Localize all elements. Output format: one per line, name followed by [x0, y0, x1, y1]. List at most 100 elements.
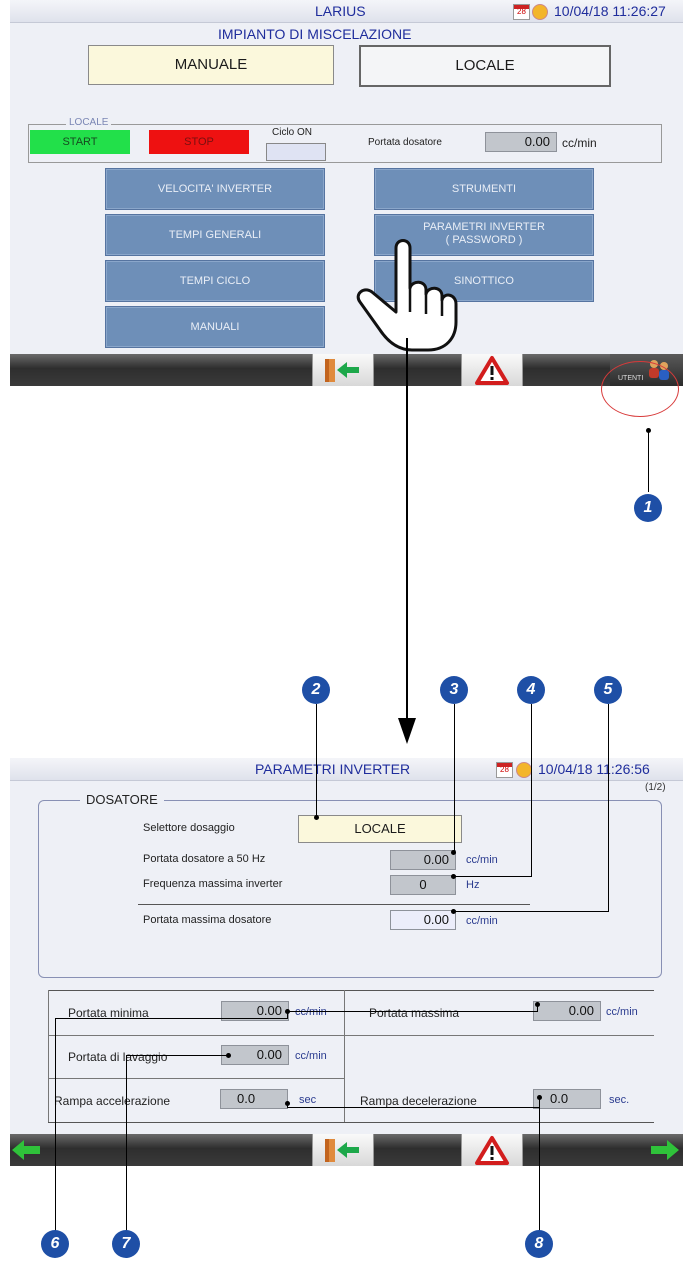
exit-button-2[interactable]	[312, 1134, 374, 1166]
warning-icon	[475, 356, 509, 385]
calendar-icon: 28	[513, 4, 530, 20]
callout-6-hline-a	[287, 1011, 537, 1012]
datetime-display-2: 10/04/18 11:26:56	[538, 761, 650, 777]
stop-button[interactable]: STOP	[149, 130, 249, 154]
tempi-ciclo-button[interactable]: TEMPI CICLO	[105, 260, 325, 302]
next-page-arrow-icon[interactable]	[651, 1140, 679, 1160]
exit-door-icon-2	[325, 1139, 359, 1162]
callout-1-line	[648, 430, 649, 492]
page-subtitle: IMPIANTO DI MISCELAZIONE	[218, 26, 412, 42]
callout-5-dot	[451, 909, 456, 914]
callout-5-line	[608, 704, 609, 912]
callout-2-line	[316, 704, 317, 818]
lavaggio-unit: cc/min	[295, 1050, 327, 1062]
flow-arrow-head	[398, 718, 416, 744]
portata-massima-unit: cc/min	[606, 1006, 638, 1018]
portata-dosatore-label: Portata dosatore	[368, 137, 442, 148]
selettore-button[interactable]: LOCALE	[298, 815, 462, 843]
callout-7-hline	[126, 1055, 228, 1056]
start-button[interactable]: START	[30, 130, 130, 154]
screen-title: PARAMETRI INVERTER	[255, 761, 411, 777]
portata-minima-unit: cc/min	[295, 1006, 327, 1018]
table-divider	[344, 990, 345, 1122]
exit-door-icon	[325, 359, 359, 382]
callout-3-line	[454, 704, 455, 852]
freq-label: Frequenza massima inverter	[143, 878, 283, 890]
locale-group-label: LOCALE	[66, 117, 112, 128]
callout-1-dot	[646, 428, 651, 433]
alarm-button-2[interactable]	[461, 1134, 523, 1166]
portatamax-dos-field[interactable]: 0.00	[390, 910, 456, 930]
callout-7-line	[126, 1055, 127, 1234]
callout-6-dot-b	[535, 1002, 540, 1007]
callout-4-hline	[454, 876, 532, 877]
flow-arrow-line	[406, 338, 408, 722]
portata-dosatore-field: 0.00	[485, 132, 557, 152]
callout-4-line	[531, 704, 532, 877]
callout-6-hline-b	[55, 1018, 288, 1019]
alarm-button[interactable]	[461, 354, 523, 386]
footer-bar-2	[10, 1134, 683, 1166]
callout-8: 8	[525, 1230, 553, 1258]
clock-icon	[532, 4, 548, 20]
portata50-label: Portata dosatore a 50 Hz	[143, 853, 266, 865]
callout-7: 7	[112, 1230, 140, 1258]
selettore-label: Selettore dosaggio	[143, 822, 235, 834]
callout-2-dot	[314, 815, 319, 820]
velocita-inverter-button[interactable]: VELOCITA' INVERTER	[105, 168, 325, 210]
page-indicator: (1/2)	[645, 782, 666, 793]
exit-button[interactable]	[312, 354, 374, 386]
portata-dosatore-unit: cc/min	[562, 136, 597, 150]
clock-icon-2	[516, 762, 532, 778]
callout-4-dot	[451, 874, 456, 879]
rampa-acc-label: Rampa accelerazione	[54, 1094, 171, 1108]
ciclo-on-label: Ciclo ON	[272, 127, 313, 138]
callout-8-line	[539, 1097, 540, 1234]
callout-2: 2	[302, 676, 330, 704]
callout-4: 4	[517, 676, 545, 704]
callout-6-line	[55, 1018, 56, 1234]
ciclo-on-indicator	[266, 143, 326, 161]
title-bar-2: PARAMETRI INVERTER 28 10/04/18 11:26:56	[10, 758, 683, 781]
hand-pointer-icon	[356, 239, 458, 352]
main-screen: LARIUS 28 10/04/18 11:26:27 IMPIANTO DI …	[10, 0, 683, 386]
table-left-edge	[48, 990, 49, 1122]
rampa-acc-field[interactable]: 0.0	[220, 1089, 288, 1109]
freq-field: 0	[390, 875, 456, 895]
callout-6-vline-b	[287, 1011, 288, 1019]
callout-8-hline	[287, 1107, 539, 1108]
prev-page-arrow-icon[interactable]	[12, 1140, 40, 1160]
callout-5-hline	[454, 911, 609, 912]
dosatore-title: DOSATORE	[80, 792, 164, 807]
callout-1: 1	[634, 494, 662, 522]
calendar-icon-2: 28	[496, 762, 513, 778]
warning-icon-2	[475, 1136, 509, 1165]
strumenti-button[interactable]: STRUMENTI	[374, 168, 594, 210]
callout-5: 5	[594, 676, 622, 704]
portatamax-dos-unit: cc/min	[466, 915, 498, 927]
title-bar: LARIUS 28 10/04/18 11:26:27	[10, 0, 683, 23]
portata50-unit: cc/min	[466, 854, 498, 866]
datetime-display: 10/04/18 11:26:27	[554, 3, 666, 19]
footer-bar: UTENTI	[10, 354, 683, 386]
portata-massima-field[interactable]: 0.00	[533, 1001, 601, 1021]
manuali-button[interactable]: MANUALI	[105, 306, 325, 348]
portata50-field: 0.00	[390, 850, 456, 870]
callout-6: 6	[41, 1230, 69, 1258]
utenti-highlight-ellipse	[601, 361, 679, 417]
callout-3-dot	[451, 850, 456, 855]
portata-massima-label: Portata massima	[369, 1006, 460, 1020]
freq-unit: Hz	[466, 879, 480, 891]
portatamax-dos-label: Portata massima dosatore	[143, 914, 272, 926]
parametri-screen: PARAMETRI INVERTER 28 10/04/18 11:26:56 …	[10, 758, 683, 1166]
rampa-dec-label: Rampa decelerazione	[360, 1094, 477, 1108]
manuale-button[interactable]: MANUALE	[88, 45, 334, 85]
lavaggio-field[interactable]: 0.00	[221, 1045, 289, 1065]
rampa-dec-field[interactable]: 0.0	[533, 1089, 601, 1109]
rampa-acc-unit: sec	[299, 1094, 317, 1106]
tempi-generali-button[interactable]: TEMPI GENERALI	[105, 214, 325, 256]
locale-button[interactable]: LOCALE	[359, 45, 611, 87]
rampa-dec-unit: sec.	[609, 1094, 630, 1106]
app-title: LARIUS	[315, 3, 366, 19]
lavaggio-label: Portata di lavaggio	[68, 1050, 168, 1064]
